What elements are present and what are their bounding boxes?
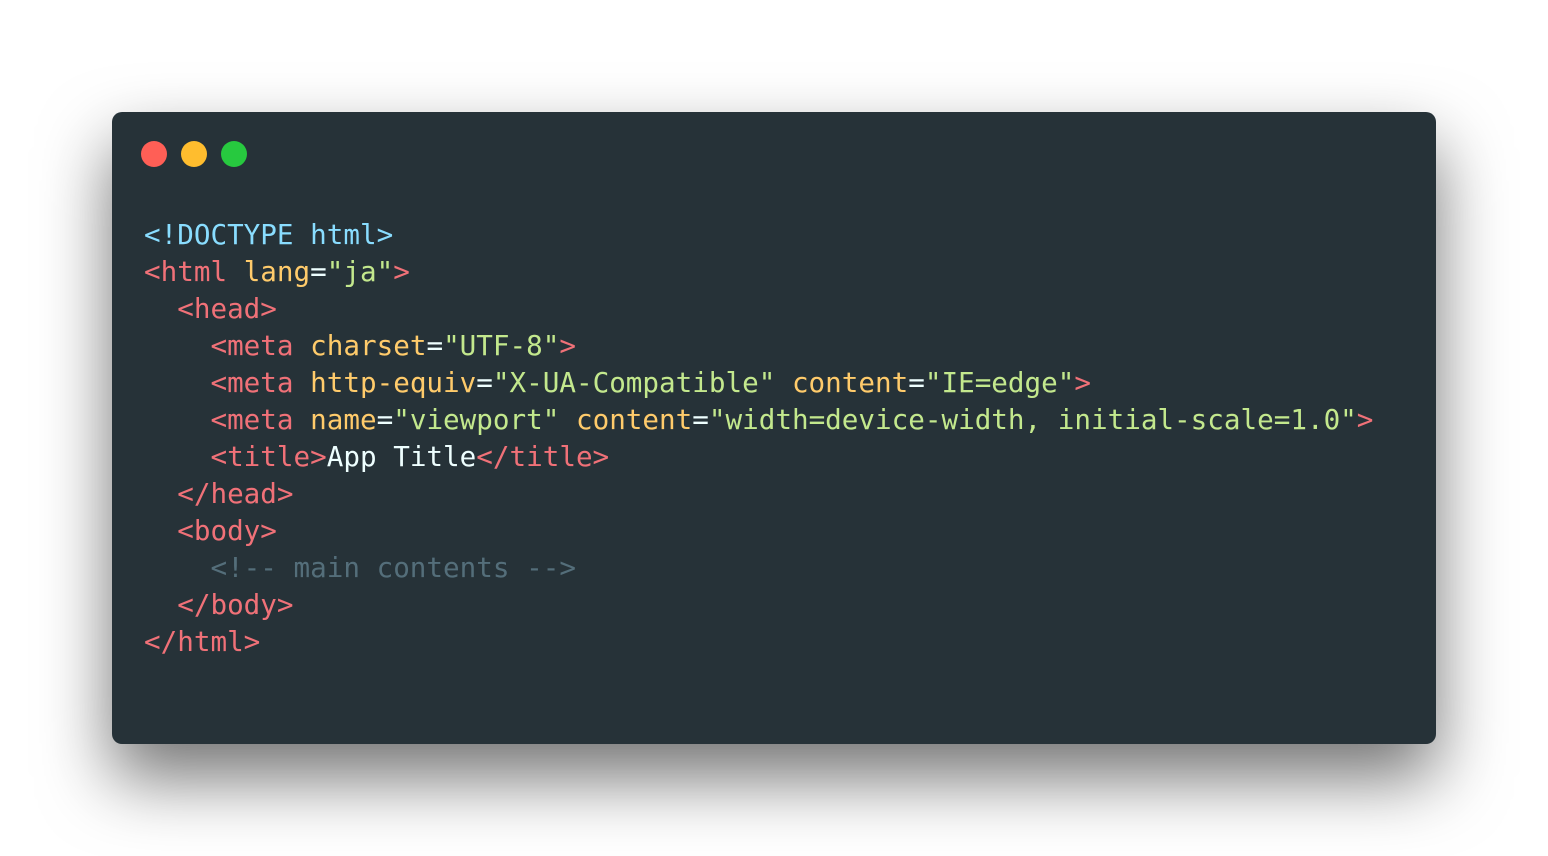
tag-token: <meta <box>144 329 311 362</box>
tag-token: <head> <box>144 292 277 325</box>
string-token: "ja" <box>326 255 394 288</box>
tag-token: <title> <box>144 440 327 473</box>
tag-token: <meta <box>144 403 311 436</box>
string-token: "X-UA-Compatible" <box>492 366 792 399</box>
attribute-token: name <box>310 403 377 436</box>
code-window: <!DOCTYPE html> <html lang="ja"> <head> <… <box>112 112 1436 744</box>
code-line: <meta name="viewport" content="width=dev… <box>144 401 1373 438</box>
string-token: "UTF-8" <box>443 329 560 362</box>
code-line: <title>App Title</title> <box>144 438 1373 475</box>
doctype-token: <!DOCTYPE html> <box>144 218 394 251</box>
tag-token: </head> <box>144 477 294 510</box>
window-controls <box>141 141 247 167</box>
code-block: <!DOCTYPE html> <html lang="ja"> <head> <… <box>144 216 1373 660</box>
punctuation-token: = <box>692 403 709 436</box>
punctuation-token: = <box>376 403 394 436</box>
tag-token: > <box>393 255 410 288</box>
tag-token: </title> <box>476 440 610 473</box>
attribute-token: charset <box>310 329 427 362</box>
code-line: </body> <box>144 586 1373 623</box>
string-token: "viewport" <box>393 403 576 436</box>
code-line: <body> <box>144 512 1373 549</box>
tag-token: </body> <box>144 588 294 621</box>
zoom-button[interactable] <box>221 141 247 167</box>
code-line: <head> <box>144 290 1373 327</box>
code-line: <!DOCTYPE html> <box>144 216 1373 253</box>
punctuation-token: = <box>908 366 925 399</box>
code-line: </head> <box>144 475 1373 512</box>
string-token: "IE=edge" <box>924 366 1075 399</box>
code-line: <html lang="ja"> <box>144 253 1373 290</box>
string-token: "width=device-width, initial-scale=1.0" <box>708 403 1357 436</box>
tag-token: <meta <box>144 366 311 399</box>
comment-token: <!-- main contents --> <box>144 551 576 584</box>
attribute-token: http-equiv <box>310 366 477 399</box>
tag-token: > <box>1356 403 1374 436</box>
attribute-token: content <box>791 366 909 399</box>
tag-token: </html> <box>144 625 261 658</box>
tag-token: > <box>1074 366 1091 399</box>
attribute-token: content <box>575 403 693 436</box>
close-button[interactable] <box>141 141 167 167</box>
punctuation-token: = <box>476 366 493 399</box>
tag-token: > <box>559 329 576 362</box>
code-line: <meta charset="UTF-8"> <box>144 327 1373 364</box>
code-line: <meta http-equiv="X-UA-Compatible" conte… <box>144 364 1373 401</box>
punctuation-token: = <box>426 329 444 362</box>
attribute-token: lang <box>243 255 311 288</box>
punctuation-token: = <box>310 255 327 288</box>
tag-token: <body> <box>144 514 277 547</box>
minimize-button[interactable] <box>181 141 207 167</box>
text-token: App Title <box>326 440 477 473</box>
tag-token: <html <box>144 255 244 288</box>
code-line: </html> <box>144 623 1373 660</box>
code-line: <!-- main contents --> <box>144 549 1373 586</box>
